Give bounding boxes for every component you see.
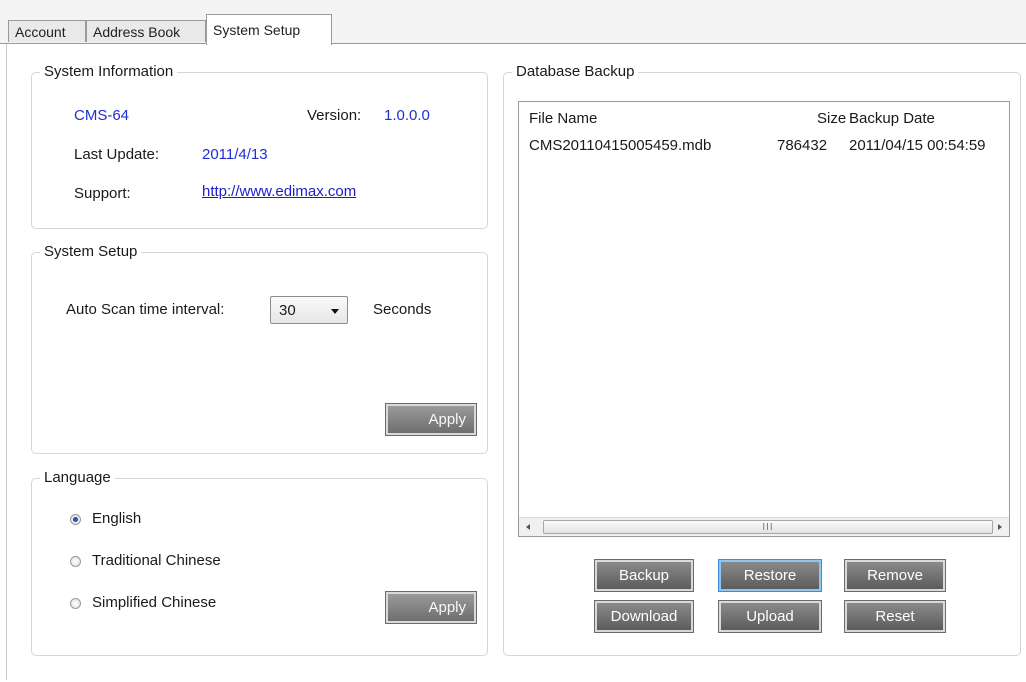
model-name: CMS-64 <box>74 107 130 124</box>
option-english: English <box>92 510 142 527</box>
horizontal-scrollbar[interactable]: III <box>519 517 1009 536</box>
row-backup-date: 2011/04/15 00:54:59 <box>849 137 986 154</box>
system-setup-legend: System Setup <box>40 243 142 261</box>
tab-account[interactable]: Account <box>8 20 86 42</box>
radio-english[interactable] <box>70 514 81 525</box>
tab-system-setup[interactable]: System Setup <box>206 14 332 45</box>
last-update-label: Last Update: <box>74 146 160 163</box>
support-link[interactable]: http://www.edimax.com <box>202 183 356 200</box>
backup-button[interactable]: Backup <box>594 559 694 592</box>
column-size[interactable]: Size <box>817 110 846 127</box>
column-file-name[interactable]: File Name <box>529 110 597 127</box>
row-size: 786432 <box>777 137 828 154</box>
backup-list[interactable]: File Name Size Backup Date CMS2011041500… <box>518 101 1010 537</box>
option-simplified-chinese: Simplified Chinese <box>92 594 217 611</box>
scrollbar-thumb[interactable]: III <box>543 520 993 534</box>
row-file-name: CMS20110415005459.mdb <box>529 137 712 154</box>
scroll-left-icon[interactable] <box>526 524 530 530</box>
table-row[interactable]: CMS20110415005459.mdb 786432 2011/04/15 … <box>519 132 1009 156</box>
panel-edge <box>6 44 7 680</box>
option-traditional-chinese: Traditional Chinese <box>92 552 221 569</box>
version-label: Version: <box>307 107 362 124</box>
restore-button[interactable]: Restore <box>718 559 822 592</box>
language-legend: Language <box>40 469 115 487</box>
system-setup-apply-button[interactable]: Apply <box>385 403 477 436</box>
chevron-down-icon <box>331 309 339 314</box>
grip-icon: III <box>762 522 774 533</box>
scan-interval-select[interactable]: 30 <box>270 296 348 324</box>
upload-button[interactable]: Upload <box>718 600 822 633</box>
scroll-right-icon[interactable] <box>998 524 1002 530</box>
list-header: File Name Size Backup Date <box>519 102 1009 128</box>
reset-button[interactable]: Reset <box>844 600 946 633</box>
download-button[interactable]: Download <box>594 600 694 633</box>
remove-button[interactable]: Remove <box>844 559 946 592</box>
scan-interval-value: 30 <box>279 301 296 319</box>
seconds-label: Seconds <box>373 301 432 318</box>
radio-traditional-chinese[interactable] <box>70 556 81 567</box>
column-backup-date[interactable]: Backup Date <box>849 110 935 127</box>
version-value: 1.0.0.0 <box>384 107 430 124</box>
language-apply-button[interactable]: Apply <box>385 591 477 624</box>
tab-strip: Account Address Book System Setup <box>0 0 1026 45</box>
radio-simplified-chinese[interactable] <box>70 598 81 609</box>
tab-divider <box>0 43 1026 44</box>
tab-address-book[interactable]: Address Book <box>86 20 206 42</box>
database-backup-legend: Database Backup <box>512 63 639 81</box>
auto-scan-label: Auto Scan time interval: <box>66 301 225 318</box>
last-update-value: 2011/4/13 <box>202 146 268 163</box>
system-information-legend: System Information <box>40 63 178 81</box>
support-label: Support: <box>74 185 131 202</box>
